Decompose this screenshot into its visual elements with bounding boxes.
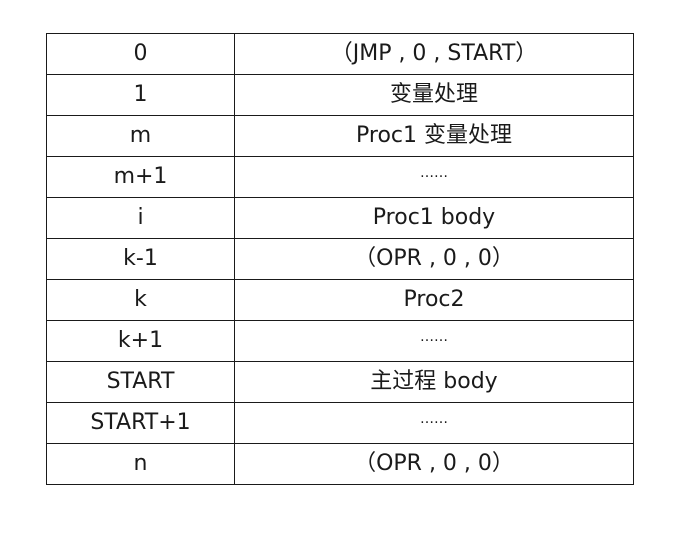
ellipsis-cell: …… <box>234 156 634 198</box>
address-cell: START <box>46 361 235 403</box>
address-cell: m+1 <box>46 156 235 198</box>
address-cell: m <box>46 115 235 157</box>
address-cell: k <box>46 279 235 321</box>
table-row: n （OPR , 0 , 0） <box>46 443 634 485</box>
address-cell: 0 <box>46 33 235 75</box>
table-row: k-1 （OPR , 0 , 0） <box>46 238 634 280</box>
address-cell: k-1 <box>46 238 235 280</box>
table-row: i Proc1 body <box>46 197 634 239</box>
table-row: m Proc1 变量处理 <box>46 115 634 157</box>
address-cell: START+1 <box>46 402 235 444</box>
table-row: m+1 …… <box>46 156 634 198</box>
ellipsis-cell: …… <box>234 402 634 444</box>
table-row: 0 （JMP , 0 , START） <box>46 33 634 75</box>
table-row: START 主过程 body <box>46 361 634 403</box>
content-cell: （OPR , 0 , 0） <box>234 443 634 485</box>
address-cell: k+1 <box>46 320 235 362</box>
content-cell: 主过程 body <box>234 361 634 403</box>
ellipsis-cell: …… <box>234 320 634 362</box>
table-row: START+1 …… <box>46 402 634 444</box>
content-cell: （OPR , 0 , 0） <box>234 238 634 280</box>
content-cell: Proc1 变量处理 <box>234 115 634 157</box>
address-cell: n <box>46 443 235 485</box>
table-row: k+1 …… <box>46 320 634 362</box>
content-cell: Proc1 body <box>234 197 634 239</box>
code-memory-table: 0 （JMP , 0 , START） 1 变量处理 m Proc1 变量处理 … <box>46 33 634 485</box>
content-cell: 变量处理 <box>234 74 634 116</box>
table-row: 1 变量处理 <box>46 74 634 116</box>
content-cell: Proc2 <box>234 279 634 321</box>
table-row: k Proc2 <box>46 279 634 321</box>
address-cell: i <box>46 197 235 239</box>
address-cell: 1 <box>46 74 235 116</box>
content-cell: （JMP , 0 , START） <box>234 33 634 75</box>
